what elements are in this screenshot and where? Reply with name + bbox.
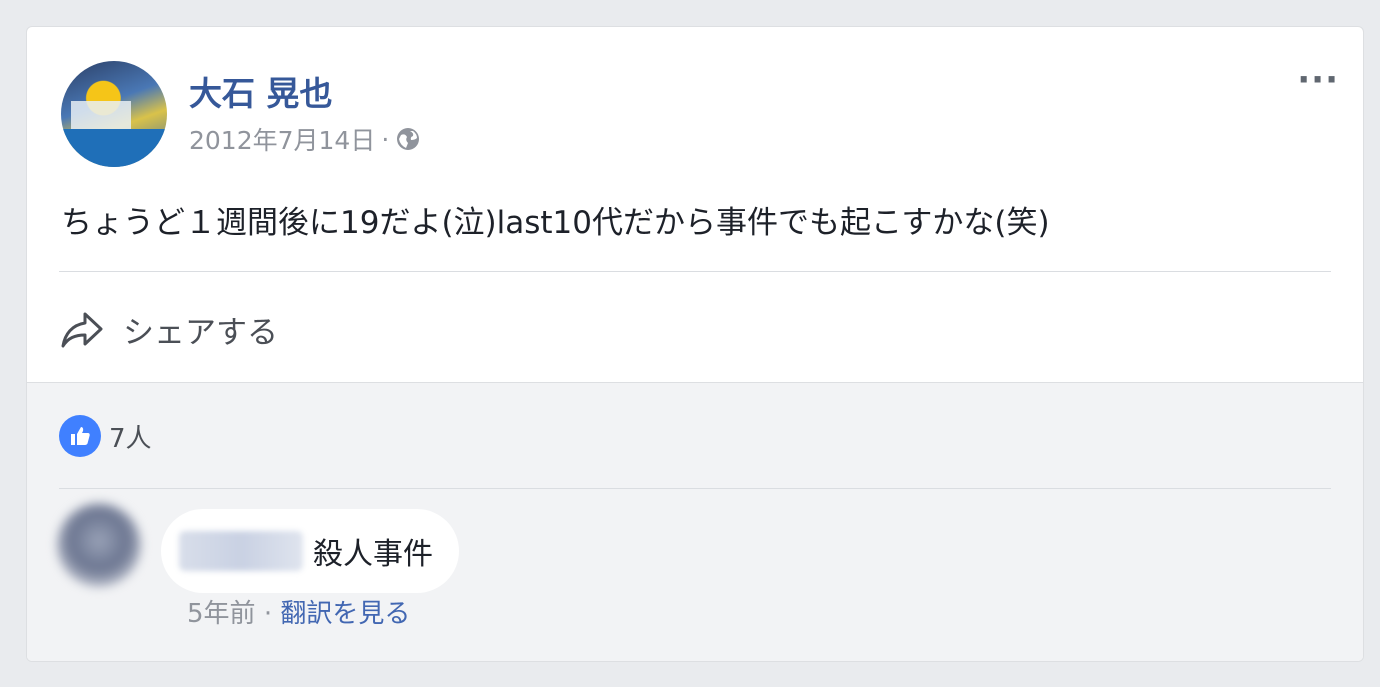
comment-meta-separator: ·: [263, 599, 273, 629]
share-arrow-icon: [61, 312, 103, 347]
globe-icon[interactable]: [395, 126, 421, 152]
reactions-summary[interactable]: 7人: [59, 415, 152, 457]
comment-meta: 5年前 · 翻訳を見る: [187, 593, 410, 630]
post-text: ちょうど１週間後に19だよ(泣)last10代だから事件でも起こすかな(笑): [61, 205, 1050, 241]
meta-separator: ·: [381, 124, 390, 154]
comment-bubble: 殺人事件: [161, 509, 459, 593]
translate-link[interactable]: 翻訳を見る: [280, 599, 410, 629]
reactions-count: 7人: [109, 423, 152, 454]
comment-text: 殺人事件: [313, 537, 433, 572]
share-label: シェアする: [123, 315, 278, 351]
thumbs-up-icon: [59, 415, 101, 457]
share-button[interactable]: シェアする: [59, 307, 278, 352]
divider: [59, 271, 1331, 272]
post-date[interactable]: 2012年7月14日: [189, 121, 375, 157]
comments-section: 7人 殺人事件 5年前 · 翻訳を見る: [27, 382, 1363, 661]
more-options-icon[interactable]: ···: [1297, 63, 1339, 97]
post-card: 大石 晃也 2012年7月14日 · ··· ちょうど１週間後に19だよ(泣)l…: [26, 26, 1364, 662]
post-meta: 2012年7月14日 ·: [189, 121, 421, 157]
divider: [59, 488, 1331, 489]
commenter-avatar[interactable]: [57, 503, 141, 587]
comment-time[interactable]: 5年前: [187, 599, 256, 629]
author-avatar[interactable]: [61, 61, 167, 167]
author-name[interactable]: 大石 晃也: [189, 67, 333, 115]
commenter-name-blurred[interactable]: [179, 531, 303, 571]
